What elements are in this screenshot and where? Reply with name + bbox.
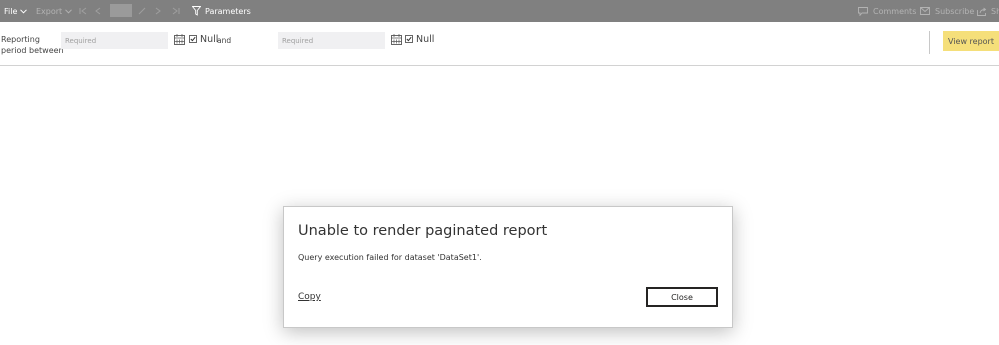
comment-icon [858, 6, 868, 16]
divider [929, 31, 930, 54]
export-menu-label: Export [36, 6, 63, 16]
calendar-icon[interactable] [391, 34, 402, 45]
first-page-icon[interactable] [79, 0, 87, 22]
end-null-checkbox[interactable] [405, 35, 413, 43]
parameter-label-line2: period between [1, 46, 64, 55]
end-date-input[interactable] [278, 32, 385, 49]
view-report-button[interactable]: View report [943, 31, 999, 51]
chevron-down-icon [20, 8, 28, 14]
file-menu[interactable]: File [4, 0, 28, 22]
start-null-label: Null [200, 34, 219, 45]
parameters-label: Parameters [205, 6, 251, 16]
export-menu[interactable]: Export [36, 0, 73, 22]
parameter-label: Reporting period between [1, 34, 64, 56]
calendar-icon[interactable] [174, 34, 185, 45]
share-label: Sh [991, 6, 999, 16]
share-button[interactable]: Sh [977, 0, 999, 22]
start-null-checkbox[interactable] [189, 35, 197, 43]
next-page-icon[interactable] [155, 0, 161, 22]
copy-link[interactable]: Copy [298, 292, 321, 302]
and-label: and [217, 36, 232, 45]
previous-page-icon[interactable] [95, 0, 101, 22]
file-menu-label: File [4, 6, 18, 16]
end-null-label: Null [416, 34, 435, 45]
subscribe-button[interactable]: Subscribe [920, 0, 974, 22]
start-date-input[interactable] [61, 32, 168, 49]
comments-button[interactable]: Comments [858, 0, 916, 22]
filter-icon [192, 6, 201, 16]
dialog-message: Query execution failed for dataset 'Data… [298, 253, 482, 262]
parameter-label-line1: Reporting [1, 35, 40, 44]
error-dialog: Unable to render paginated report Query … [283, 206, 733, 328]
comments-label: Comments [873, 6, 917, 16]
parameters-pane: Reporting period between Null and Null V… [0, 22, 999, 66]
subscribe-label: Subscribe [935, 6, 975, 16]
last-page-icon[interactable] [172, 0, 180, 22]
share-icon [977, 7, 987, 16]
mail-icon [920, 7, 930, 15]
parameters-button[interactable]: Parameters [192, 0, 251, 22]
page-number-input[interactable] [110, 4, 132, 17]
close-button[interactable]: Close [646, 287, 718, 307]
top-toolbar: File Export Parameters Comments Subscrib… [0, 0, 999, 22]
chevron-down-icon [65, 8, 73, 14]
dialog-title: Unable to render paginated report [298, 223, 548, 239]
page-count [138, 0, 146, 22]
